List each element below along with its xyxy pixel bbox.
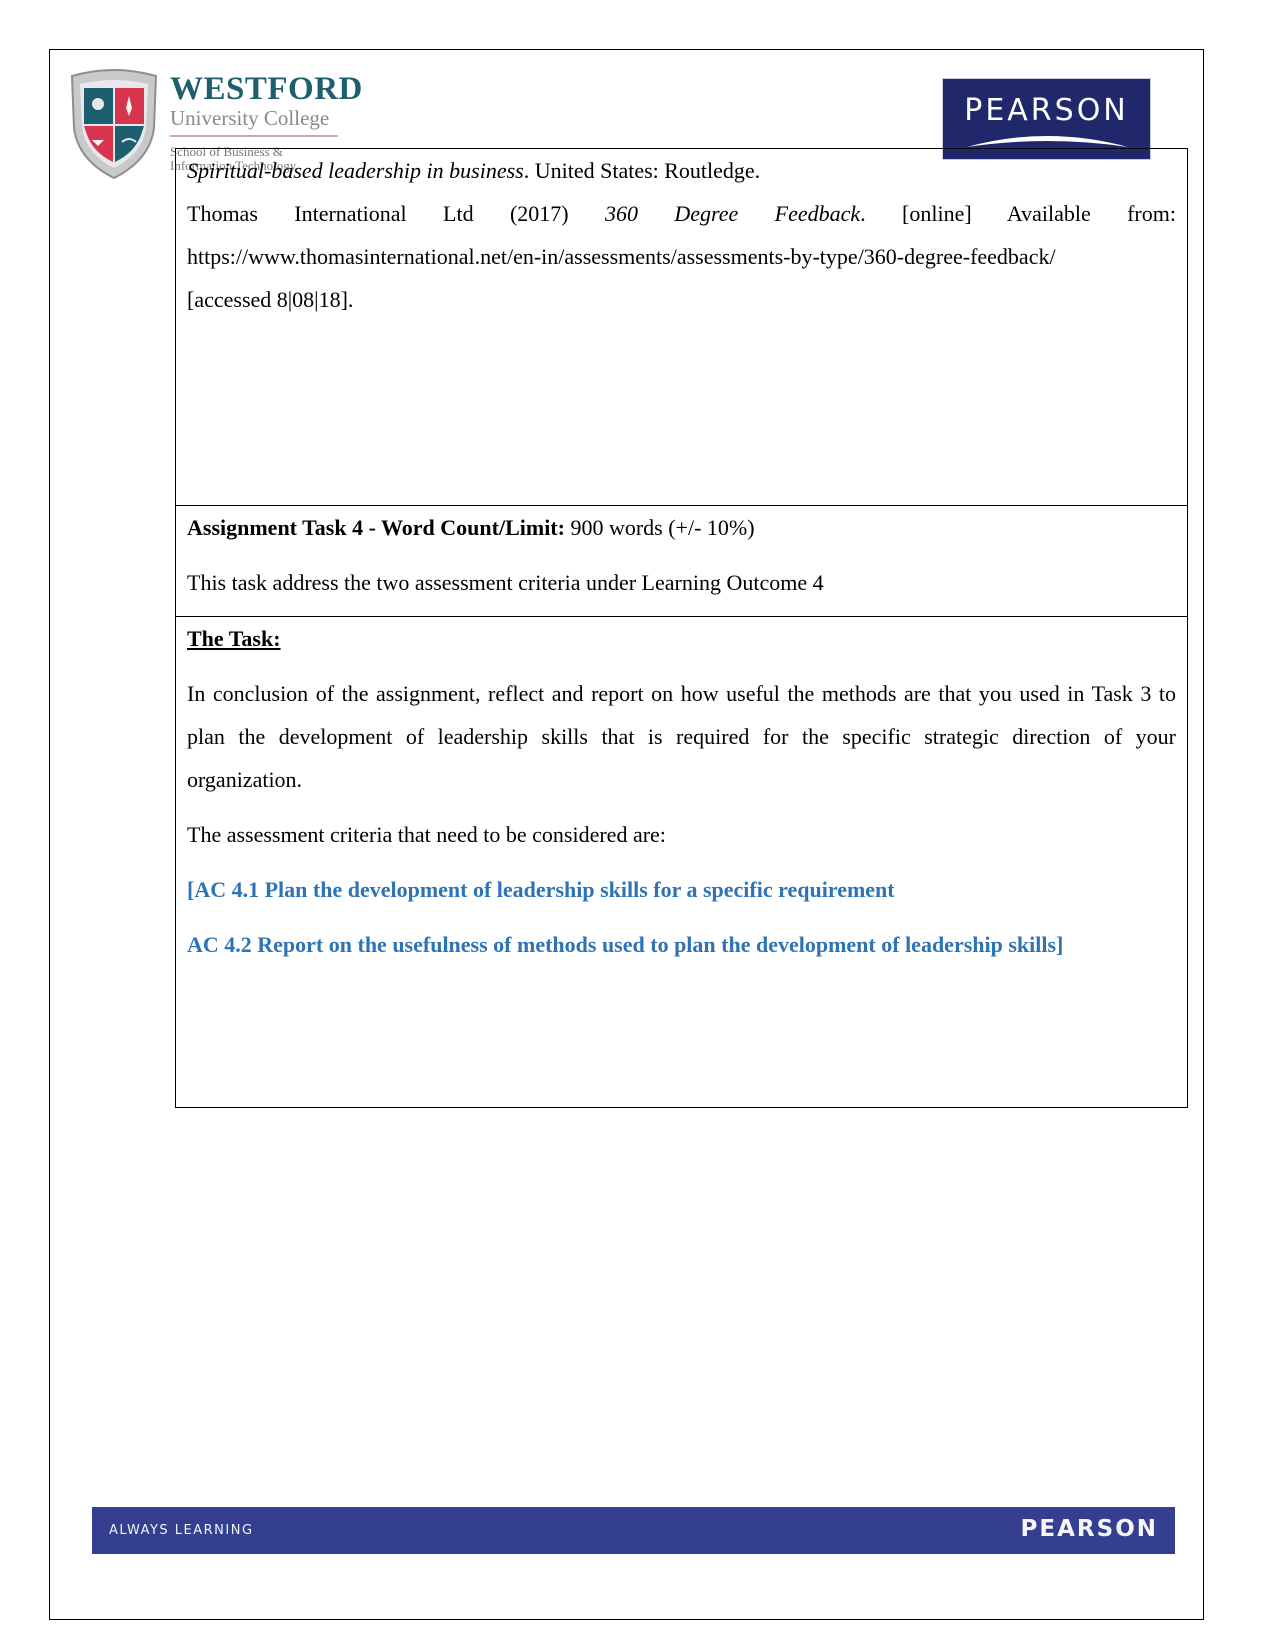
assignment-table: Spiritual-based leadership in business. … [175, 148, 1188, 1108]
task-body: In conclusion of the assignment, reflect… [187, 681, 1176, 792]
word-count-cell: Assignment Task 4 - Word Count/Limit: 90… [175, 505, 1188, 617]
criteria-intro: The assessment criteria that need to be … [187, 822, 666, 847]
word-count-line: Assignment Task 4 - Word Count/Limit: 90… [187, 506, 1176, 549]
westford-subtitle: University College [170, 106, 330, 130]
reference-1-title: Spiritual-based leadership in business [187, 158, 524, 183]
shield-crest-icon [70, 69, 158, 180]
reference-2-url: https://www.thomasinternational.net/en-i… [187, 244, 1056, 269]
word-count-row: Assignment Task 4 - Word Count/Limit: 90… [175, 505, 1188, 617]
reference-2-title: 360 Degree Feedback [604, 201, 861, 226]
reference-2: Thomas International Ltd (2017) 360 Degr… [187, 201, 1176, 226]
footer-bar: ALWAYS LEARNING PEARSON [92, 1507, 1175, 1554]
reference-2-accessed: [accessed 8|08|18]. [187, 287, 354, 312]
task-cell: The Task: In conclusion of the assignmen… [175, 616, 1188, 1108]
reference-1-tail: Spiritual-based leadership in business. … [187, 158, 761, 183]
pearson-arc-icon [967, 136, 1128, 147]
word-count-label: Assignment Task 4 - Word Count/Limit: [187, 515, 565, 540]
westford-divider [170, 135, 338, 137]
references-cell: Spiritual-based leadership in business. … [175, 148, 1188, 506]
word-count-description: This task address the two assessment cri… [187, 570, 824, 595]
criteria-ac-4-2: AC 4.2 Report on the usefulness of metho… [187, 932, 1064, 957]
pearson-logo-text: PEARSON [964, 93, 1129, 128]
footer-tagline: ALWAYS LEARNING [109, 1523, 254, 1538]
references-row: Spiritual-based leadership in business. … [175, 148, 1188, 506]
task-row: The Task: In conclusion of the assignmen… [175, 616, 1188, 1108]
footer-pearson-logo: PEARSON [1020, 1516, 1158, 1542]
westford-name: WESTFORD [170, 71, 363, 107]
task-heading: The Task: [187, 626, 281, 651]
criteria-ac-4-1: [AC 4.1 Plan the development of leadersh… [187, 877, 895, 902]
word-count-value: 900 words (+/- 10%) [564, 515, 755, 540]
